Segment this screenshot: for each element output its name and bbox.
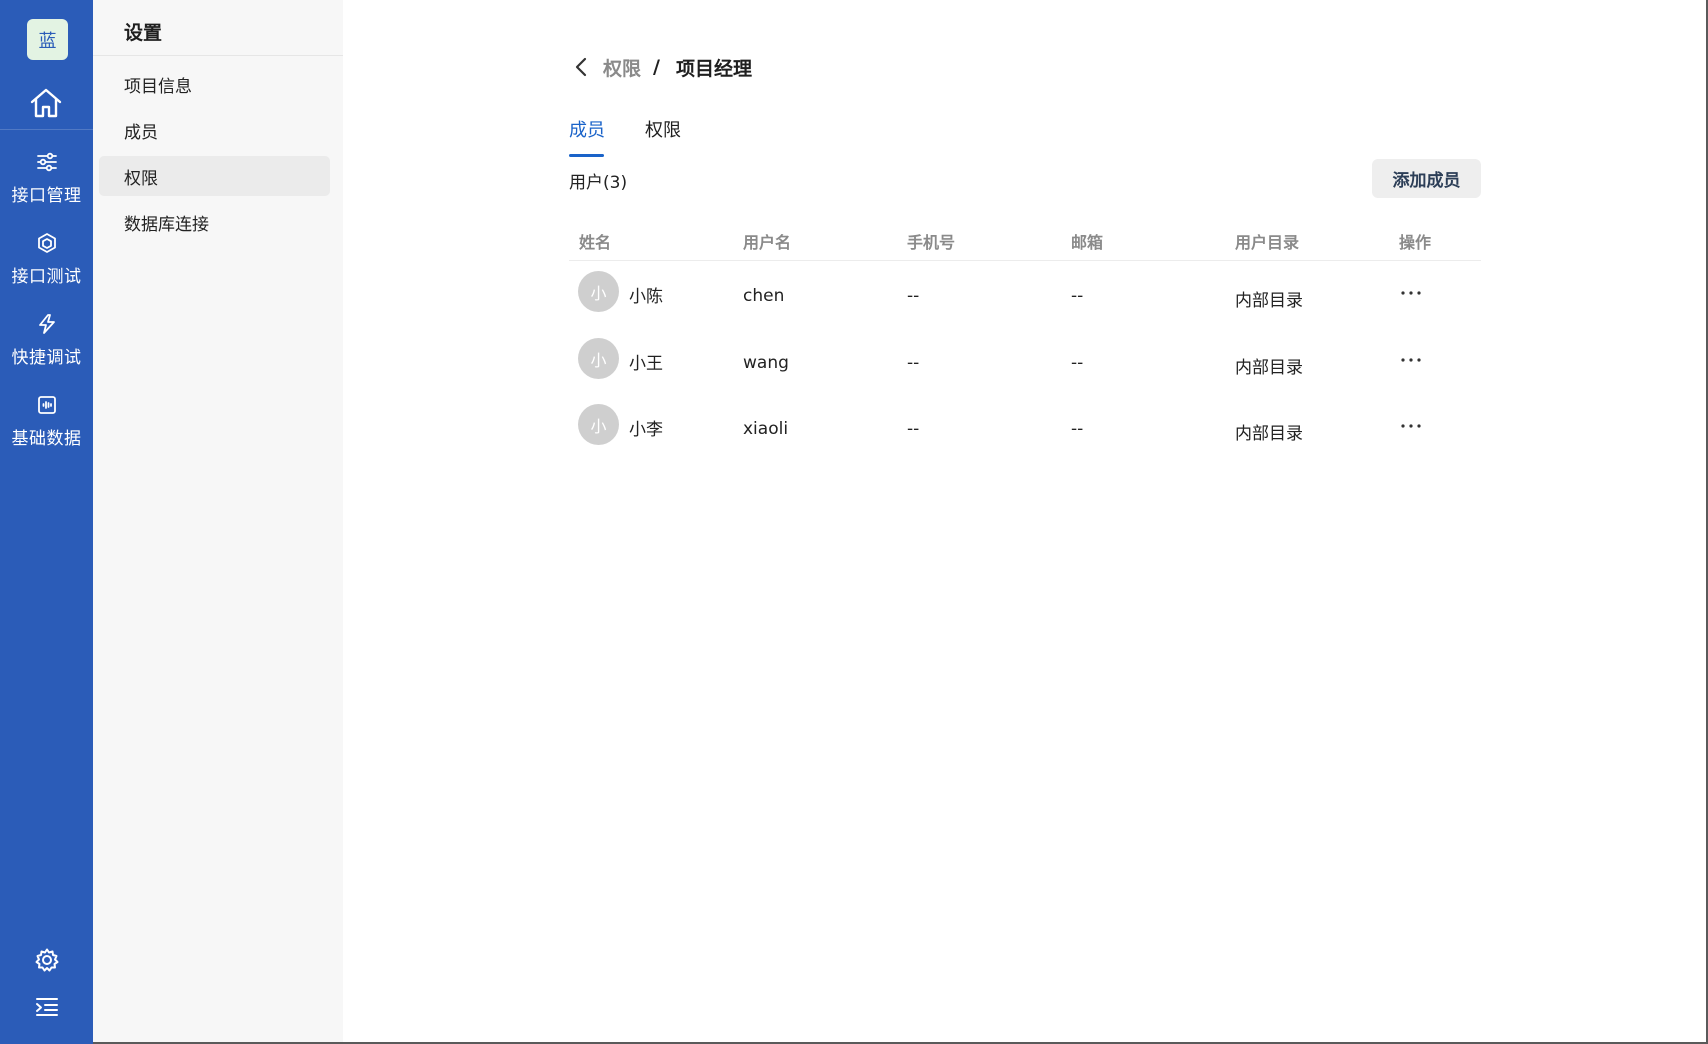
avatar: 小 [578, 271, 619, 312]
settings-gear-icon[interactable] [0, 947, 93, 973]
rail-item-api-testing[interactable]: 接口测试 [0, 230, 93, 302]
column-header-email: 邮箱 [1071, 233, 1104, 252]
rail-item-api-management[interactable]: 接口管理 [0, 149, 93, 221]
breadcrumb-parent[interactable]: 权限 [603, 54, 641, 81]
cell-email: -- [1071, 353, 1084, 373]
home-icon[interactable] [25, 84, 67, 122]
cube-icon [36, 230, 58, 256]
app-rail: 蓝 接口管理 接口测试 快捷调试 基础数据 [0, 0, 93, 1044]
tab-permissions[interactable]: 权限 [645, 116, 681, 142]
more-actions-icon[interactable] [1396, 416, 1426, 436]
cell-directory: 内部目录 [1235, 424, 1303, 444]
rail-item-base-data[interactable]: 基础数据 [0, 392, 93, 464]
settings-sidebar: 设置 项目信息 成员 权限 数据库连接 [93, 0, 343, 1044]
tab-members[interactable]: 成员 [569, 116, 605, 142]
cell-name: 小李 [629, 420, 663, 440]
cell-name: 小王 [629, 354, 663, 374]
rail-item-quick-debug[interactable]: 快捷调试 [0, 311, 93, 383]
sidebar-item-permissions[interactable]: 权限 [99, 156, 330, 196]
sidebar-item-database-connection[interactable]: 数据库连接 [99, 202, 330, 242]
cell-email: -- [1071, 419, 1084, 439]
table-header-divider [569, 260, 1481, 261]
column-header-username: 用户名 [743, 233, 792, 252]
column-header-phone: 手机号 [907, 233, 956, 252]
rail-item-label: 基础数据 [11, 429, 82, 449]
cell-username: wang [743, 353, 789, 373]
user-count: 用户(3) [569, 173, 628, 193]
sidebar-item-project-info[interactable]: 项目信息 [99, 64, 330, 104]
sidebar-divider [93, 55, 343, 56]
avatar: 小 [578, 404, 619, 445]
cell-email: -- [1071, 286, 1084, 306]
more-actions-icon[interactable] [1396, 350, 1426, 370]
sidebar-item-members[interactable]: 成员 [99, 110, 330, 150]
column-header-name: 姓名 [579, 233, 612, 252]
more-actions-icon[interactable] [1396, 283, 1426, 303]
cell-username: xiaoli [743, 419, 789, 439]
cell-phone: -- [907, 419, 920, 439]
sidebar-title: 设置 [124, 22, 163, 44]
rail-item-label: 快捷调试 [11, 348, 82, 368]
rail-divider [0, 129, 93, 130]
data-icon [36, 392, 58, 418]
cell-phone: -- [907, 286, 920, 306]
breadcrumb-current: 项目经理 [675, 57, 752, 80]
rail-item-label: 接口测试 [11, 267, 82, 287]
back-chevron-icon[interactable] [569, 55, 593, 79]
cell-name: 小陈 [629, 287, 663, 307]
breadcrumb-separator: / [653, 56, 660, 78]
collapse-menu-icon[interactable] [0, 997, 93, 1017]
cell-phone: -- [907, 353, 920, 373]
cell-directory: 内部目录 [1235, 358, 1303, 378]
column-header-directory: 用户目录 [1235, 233, 1300, 252]
sliders-icon [36, 149, 58, 175]
column-header-actions: 操作 [1399, 233, 1432, 252]
rail-item-label: 接口管理 [11, 186, 82, 206]
add-member-button[interactable]: 添加成员 [1372, 159, 1481, 198]
active-tab-indicator [569, 154, 604, 157]
cell-username: chen [743, 286, 785, 306]
breadcrumb: 权限 / 项目经理 [569, 52, 752, 82]
app-logo[interactable]: 蓝 [27, 19, 68, 60]
cell-directory: 内部目录 [1235, 291, 1303, 311]
avatar: 小 [578, 338, 619, 379]
lightning-icon [36, 311, 58, 337]
